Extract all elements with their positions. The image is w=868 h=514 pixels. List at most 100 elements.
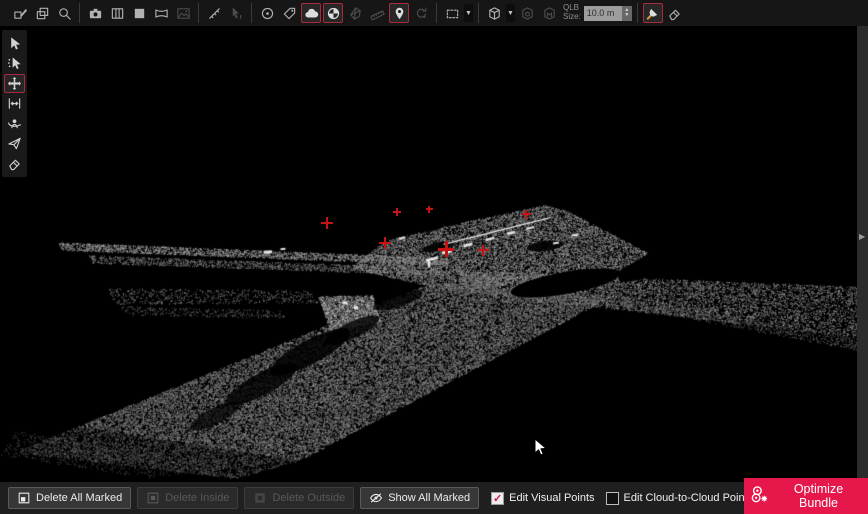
expand-panel-chevron-icon[interactable]: ▶ <box>859 232 865 241</box>
show-all-marked-button-label: Show All Marked <box>388 492 470 504</box>
optimize-bundle-label: Optimize Bundle <box>775 482 862 510</box>
box3d-icon <box>487 6 502 21</box>
pan-tool-button[interactable] <box>4 74 25 93</box>
clip-box-tool-button-dropdown[interactable]: ▼ <box>506 4 515 22</box>
zoom-region-button[interactable] <box>54 3 74 23</box>
rotate-tool-button <box>411 3 431 23</box>
span-measure-tool-button[interactable] <box>4 94 25 113</box>
pie-icon <box>326 6 341 21</box>
eraser-icon <box>7 156 22 171</box>
ruler-icon <box>370 6 385 21</box>
images-icon <box>176 6 191 21</box>
camera-view-button[interactable] <box>85 3 105 23</box>
checked-checkbox-icon[interactable]: ✓ <box>491 492 504 505</box>
toolbar-group <box>5 3 80 23</box>
control-point-marker[interactable] <box>478 245 489 256</box>
edit-options-group: ✓ Edit Visual Points Edit Cloud-to-Cloud P… <box>491 492 753 505</box>
split-icon <box>110 6 125 21</box>
measure-icon <box>207 6 222 21</box>
edit-visual-points-checkbox-label: Edit Visual Points <box>509 492 594 504</box>
eye-slash-icon <box>369 491 383 505</box>
rotate-icon <box>414 6 429 21</box>
rect-select-tool-button[interactable] <box>442 3 462 23</box>
toolbar-group: ▼ QLB Size:10.0 m▲▼ <box>479 3 638 23</box>
solid-view-button[interactable] <box>129 3 149 23</box>
orbit-person-icon <box>7 116 22 131</box>
control-point-marker[interactable] <box>426 206 433 213</box>
optimize-bundle-button[interactable]: Optimize Bundle <box>744 478 868 514</box>
span-icon <box>7 96 22 111</box>
unchecked-checkbox-icon[interactable] <box>606 492 619 505</box>
clip-box-sphere-button <box>517 3 537 23</box>
plane-icon <box>7 136 22 151</box>
control-point-marker[interactable] <box>393 208 401 216</box>
rect-select-tool-button-dropdown[interactable]: ▼ <box>464 4 473 22</box>
cascade-windows-button[interactable] <box>32 3 52 23</box>
orbit-disc-toggle[interactable] <box>257 3 277 23</box>
brush-tool-button[interactable] <box>643 3 663 23</box>
point-cloud-viewport[interactable] <box>0 0 868 514</box>
mesh-icon <box>348 6 363 21</box>
control-points-toggle[interactable] <box>389 3 409 23</box>
delete-outside-button: Delete Outside <box>244 487 354 509</box>
tag-pen-icon <box>13 6 28 21</box>
toolbar-group <box>80 3 199 23</box>
control-point-marker[interactable] <box>379 237 391 249</box>
edit-visual-points-checkbox[interactable]: ✓ Edit Visual Points <box>491 492 594 505</box>
collapsed-right-panel[interactable]: ▶ <box>857 26 868 482</box>
bundle-sparkle-icon <box>750 485 769 507</box>
square-icon <box>132 6 147 21</box>
panorama-view-button[interactable] <box>151 3 171 23</box>
control-point-marker[interactable] <box>522 210 531 219</box>
qlb-size-label: QLB Size: <box>563 4 581 21</box>
point-cloud-toggle[interactable] <box>301 3 321 23</box>
box3d-circle-icon <box>520 6 535 21</box>
edit-cloud-to-cloud-checkbox-label: Edit Cloud-to-Cloud Points <box>624 492 754 504</box>
cursor-points-icon <box>7 56 22 71</box>
eraser-tool-button[interactable] <box>665 3 685 23</box>
fly-view-tool-button[interactable] <box>4 134 25 153</box>
cloud-icon <box>304 6 319 21</box>
eraser-view-tool-button[interactable] <box>4 154 25 173</box>
camera-icon <box>88 6 103 21</box>
annotate-tool-button[interactable] <box>10 3 30 23</box>
pin-icon <box>392 6 407 21</box>
pick-info-tool-button <box>226 3 246 23</box>
control-point-marker[interactable] <box>438 241 454 257</box>
multi-select-tool-button[interactable] <box>4 54 25 73</box>
tags-toggle[interactable] <box>279 3 299 23</box>
toolbar-group: ▼ <box>437 3 479 23</box>
left-toolbar <box>2 30 27 177</box>
cursor-icon <box>7 36 22 51</box>
orbit-view-tool-button[interactable] <box>4 114 25 133</box>
rect-select-icon <box>445 6 460 21</box>
select-tool-button[interactable] <box>4 34 25 53</box>
qlb-size-spinner[interactable]: ▲▼ <box>622 6 632 21</box>
shading-toggle[interactable] <box>323 3 343 23</box>
split-view-button[interactable] <box>107 3 127 23</box>
delete-inside-button: Delete Inside <box>137 487 238 509</box>
edit-cloud-to-cloud-checkbox[interactable]: Edit Cloud-to-Cloud Points <box>606 492 754 505</box>
mesh-toggle <box>345 3 365 23</box>
windows-icon <box>35 6 50 21</box>
delete-inside-button-label: Delete Inside <box>165 492 229 504</box>
delete-outside-button-label: Delete Outside <box>272 492 345 504</box>
control-point-marker[interactable] <box>321 217 333 229</box>
mouse-cursor <box>533 438 547 463</box>
tag-icon <box>282 6 297 21</box>
bottom-action-bar: Delete All Marked Delete Inside Delete Out… <box>0 482 868 514</box>
delete-all-marked-button[interactable]: Delete All Marked <box>8 487 131 509</box>
delete-all-marked-button-label: Delete All Marked <box>36 492 122 504</box>
show-all-marked-button[interactable]: Show All Marked <box>360 487 479 509</box>
top-toolbar: ▼ ▼ QLB Size:10.0 m▲▼ <box>0 0 868 26</box>
ruler-toggle <box>367 3 387 23</box>
marked-actions-group: Delete All Marked Delete Inside Delete Out… <box>8 487 479 509</box>
measure-tool-button[interactable] <box>204 3 224 23</box>
pan-icon <box>7 76 22 91</box>
toolbar-group <box>252 3 437 23</box>
box3d-m-icon <box>542 6 557 21</box>
panorama-icon <box>154 6 169 21</box>
clip-box-tool-button[interactable] <box>484 3 504 23</box>
qlb-size-input[interactable]: 10.0 m <box>584 6 622 21</box>
toolbar-group <box>199 3 252 23</box>
